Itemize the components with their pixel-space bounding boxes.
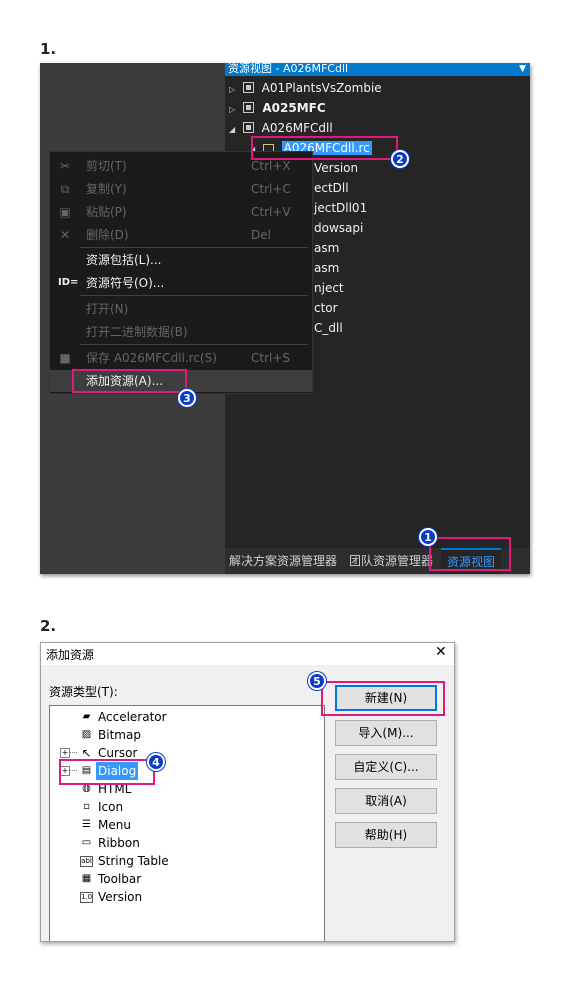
string-table-icon: abl [80,856,93,867]
step-badge-2: 2 [391,150,409,168]
tree-item-partial[interactable]: C_dll [314,321,343,335]
highlight-box-rc-file [251,136,398,160]
ribbon-icon: ▭ [81,837,92,848]
visual-studio-screenshot: 资源视图 - A026MFCdll ▼ ▷ A01PlantsVsZombie … [40,63,530,574]
tree-item-partial[interactable]: asm [314,261,339,275]
resource-type-item[interactable]: abl String Table [50,852,322,870]
highlight-box-dialog [59,759,155,785]
expand-plus-icon[interactable]: + [60,748,70,758]
icon-resource-icon: ▫ [83,801,90,812]
step-badge-3: 3 [178,389,196,407]
close-icon[interactable]: ✕ [435,644,447,660]
tree-item-project[interactable]: ◢ A026MFCdll [229,118,333,138]
tab-team-explorer[interactable]: 团队资源管理器 [349,548,433,574]
resource-type-item[interactable]: ▨ Bitmap [50,726,322,744]
project-icon [242,122,254,133]
resource-type-item[interactable]: ▰ Accelerator [50,708,322,726]
resource-type-item[interactable]: 1.0 Version [50,888,322,906]
tree-item-label: A025MFC [262,101,326,115]
paste-icon: ▣ [59,205,71,219]
step-badge-1: 1 [419,528,437,546]
scissors-icon: ✂ [59,159,71,173]
tree-item-partial[interactable]: dowsapi [314,221,363,235]
menu-item-open-binary[interactable]: 打开二进制数据(B) [50,321,312,343]
tree-item-project[interactable]: ▷ A025MFC [229,98,326,118]
menu-separator [80,344,308,345]
resource-type-label: 资源类型(T): [49,685,118,699]
tree-item-partial[interactable]: Version [314,161,358,175]
tree-item-project[interactable]: ▷ A01PlantsVsZombie [229,78,382,98]
project-icon [243,102,255,113]
menu-item-save[interactable]: ■ 保存 A026MFCdll.rc(S) Ctrl+S [50,347,312,369]
resource-type-item[interactable]: ▦ Toolbar [50,870,322,888]
menu-item-resource-includes[interactable]: 资源包括(L)... [50,249,312,271]
collapse-triangle-icon[interactable]: ◢ [229,120,239,140]
add-resource-dialog: 添加资源 ✕ 资源类型(T): ▰ Accelerator ▨ Bitmap +… [40,642,455,942]
save-icon: ■ [59,351,71,365]
help-button[interactable]: 帮助(H) [335,822,437,848]
dialog-title-bar: 添加资源 ✕ [41,643,454,665]
tab-solution-explorer[interactable]: 解决方案资源管理器 [229,548,337,574]
expand-triangle-icon[interactable]: ▷ [229,80,239,100]
resource-type-item[interactable]: ☰ Menu [50,816,322,834]
id-icon: ID= [58,277,79,288]
version-icon: 1.0 [80,892,93,903]
menu-item-paste[interactable]: ▣ 粘贴(P) Ctrl+V [50,201,312,223]
copy-icon: ⧉ [60,182,70,196]
tree-item-label: A026MFCdll [261,121,333,135]
dialog-title: 添加资源 [46,648,95,662]
bitmap-icon: ▨ [81,729,92,740]
project-icon [242,82,254,93]
menu-item-delete[interactable]: ✕ 删除(D) Del [50,224,312,246]
resource-type-item[interactable]: ▭ Ribbon [50,834,322,852]
highlight-box-resource-view-tab [429,537,511,571]
expand-triangle-icon[interactable]: ▷ [229,100,239,120]
menu-item-resource-symbols[interactable]: ID= 资源符号(O)... [50,272,312,294]
tree-connector [69,752,77,753]
menu-icon: ☰ [82,819,91,830]
import-button[interactable]: 导入(M)... [335,720,437,746]
context-menu: ✂ 剪切(T) Ctrl+X ⧉ 复制(Y) Ctrl+C ▣ 粘贴(P) Ct… [49,151,313,394]
delete-x-icon: ✕ [59,228,71,242]
step-badge-4: 4 [147,753,165,771]
step-badge-5: 5 [308,672,326,690]
caret-down-icon[interactable]: ▼ [519,63,526,75]
menu-item-copy[interactable]: ⧉ 复制(Y) Ctrl+C [50,178,312,200]
tree-item-partial[interactable]: ectDll [314,181,349,195]
tree-item-label: A01PlantsVsZombie [261,81,382,95]
accelerator-icon: ▰ [82,711,91,722]
tree-item-partial[interactable]: ctor [314,301,338,315]
highlight-box-add-resource [72,369,187,393]
tree-item-partial[interactable]: jectDll01 [314,201,367,215]
menu-item-open[interactable]: 打开(N) [50,298,312,320]
step-label-1: 1. [40,40,57,58]
highlight-box-new-button [321,681,445,716]
step-label-2: 2. [40,617,57,635]
menu-separator [80,247,308,248]
resource-type-tree[interactable]: ▰ Accelerator ▨ Bitmap + ↖ Cursor + ▤ Di… [49,705,325,941]
menu-separator [80,295,308,296]
resource-view-header[interactable]: 资源视图 - A026MFCdll ▼ [225,63,530,76]
cancel-button[interactable]: 取消(A) [335,788,437,814]
toolbar-icon: ▦ [81,873,92,884]
resource-view-title: 资源视图 - A026MFCdll [228,63,349,75]
custom-button[interactable]: 自定义(C)... [335,754,437,780]
tree-item-partial[interactable]: asm [314,241,339,255]
tree-item-partial[interactable]: nject [314,281,344,295]
resource-type-item[interactable]: ▫ Icon [50,798,322,816]
